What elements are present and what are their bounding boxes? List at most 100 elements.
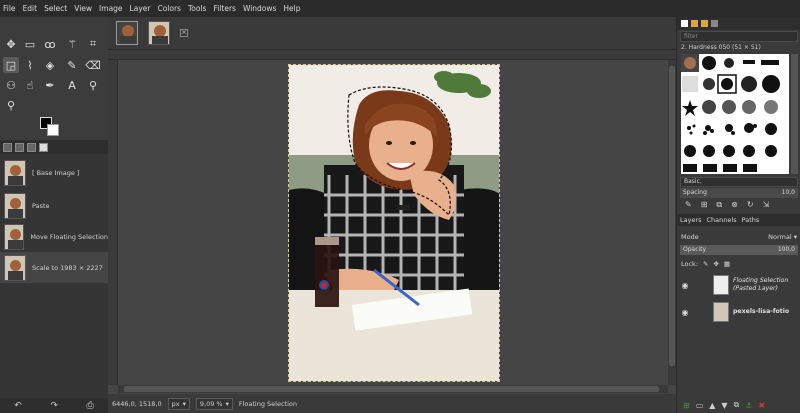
photo-content xyxy=(289,65,499,381)
text-tool-icon[interactable]: A xyxy=(64,77,80,93)
clear-history-icon[interactable]: ⎙ xyxy=(87,401,94,411)
toolbox: ✥ ▭ ꝏ ⚚ ⌗ ◲ ⌇ ◈ ✎ ⌫ ⚇ ☝ ✒ A ⚲ ⚲ xyxy=(0,17,108,140)
menu-image[interactable]: Image xyxy=(99,4,123,13)
close-tab-icon[interactable]: × xyxy=(180,29,188,37)
redo-icon[interactable]: ↷ xyxy=(50,401,58,411)
document-history-tab-icon[interactable] xyxy=(711,20,718,27)
layer-row[interactable]: ◉ Floating Selection (Pasted Layer) xyxy=(677,272,800,298)
undo-history-item[interactable]: [ Base Image ] xyxy=(0,157,108,188)
fonts-tab-icon[interactable] xyxy=(701,20,708,27)
tab-channels[interactable]: Channels xyxy=(707,216,737,224)
color-picker-tool-icon[interactable]: ⚲ xyxy=(85,77,101,93)
anchor-layer-icon[interactable]: ⚓ xyxy=(745,401,752,410)
duplicate-brush-icon[interactable]: ⧉ xyxy=(716,200,722,212)
chevron-down-icon: ▾ xyxy=(793,232,797,241)
tool-options-tab-icon[interactable] xyxy=(3,142,12,152)
visibility-eye-icon[interactable]: ◉ xyxy=(677,281,693,290)
brush-tag-filter[interactable]: Basic, xyxy=(680,177,798,187)
tab-paths[interactable]: Paths xyxy=(742,216,760,224)
layer-mode-select[interactable]: Normal ▾ xyxy=(768,233,797,241)
background-color-swatch[interactable] xyxy=(47,124,59,136)
history-thumbnail xyxy=(4,192,26,219)
layer-thumbnail xyxy=(713,302,729,322)
undo-history-tab-icon[interactable] xyxy=(27,142,36,152)
menu-colors[interactable]: Colors xyxy=(157,4,181,13)
delete-layer-icon[interactable]: ✖ xyxy=(758,401,765,410)
fuzzy-select-tool-icon[interactable]: ⚚ xyxy=(64,36,80,52)
menu-windows[interactable]: Windows xyxy=(243,4,276,13)
patterns-tab-icon[interactable] xyxy=(691,20,698,27)
horizontal-scrollbar[interactable] xyxy=(118,385,668,393)
canvas-area[interactable] xyxy=(118,60,668,385)
open-brush-icon[interactable]: ⇲ xyxy=(763,200,770,212)
new-brush-icon[interactable]: ⊞ xyxy=(701,200,708,212)
brush-filter-input[interactable]: filter xyxy=(680,31,798,42)
lower-layer-icon[interactable]: ▼ xyxy=(721,401,727,410)
menu-bar: File Edit Select View Image Layer Colors Tools F… xyxy=(0,0,800,17)
bucket-fill-tool-icon[interactable]: ◈ xyxy=(42,57,58,73)
undo-history-item-selected[interactable]: Scale to 1983 × 2227 xyxy=(0,252,108,283)
paintbrush-tool-icon[interactable]: ✎ xyxy=(64,57,80,73)
brush-actions: ✎ ⊞ ⧉ ⊗ ↻ ⇲ xyxy=(677,200,800,212)
duplicate-layer-icon[interactable]: ⧉ xyxy=(734,400,740,410)
images-tab-icon[interactable] xyxy=(39,142,48,152)
lock-position-icon[interactable]: ✥ xyxy=(713,260,718,268)
eraser-tool-icon[interactable]: ⌫ xyxy=(85,57,101,73)
new-layer-icon[interactable]: ⊞ xyxy=(683,401,690,410)
rect-select-tool-icon[interactable]: ▭ xyxy=(22,36,38,52)
image-canvas[interactable] xyxy=(288,64,500,382)
new-group-icon[interactable]: ▭ xyxy=(696,401,704,410)
crop-tool-icon[interactable]: ⌗ xyxy=(85,36,101,52)
path-tool-icon[interactable]: ✒ xyxy=(42,77,58,93)
delete-brush-icon[interactable]: ⊗ xyxy=(731,200,738,212)
undo-icon[interactable]: ↶ xyxy=(14,401,22,411)
history-label: Move Floating Selection xyxy=(30,232,108,241)
clone-tool-icon[interactable]: ⚇ xyxy=(3,77,19,93)
menu-help[interactable]: Help xyxy=(283,4,300,13)
menu-layer[interactable]: Layer xyxy=(130,4,151,13)
menu-file[interactable]: File xyxy=(3,4,16,13)
lock-pixels-icon[interactable]: ✎ xyxy=(703,260,708,268)
visibility-eye-icon[interactable]: ◉ xyxy=(677,308,693,317)
menu-edit[interactable]: Edit xyxy=(23,4,38,13)
vertical-scrollbar[interactable] xyxy=(668,60,676,385)
brush-grid[interactable] xyxy=(681,54,789,174)
brush-spacing-slider[interactable]: Spacing 10,0 xyxy=(680,188,798,198)
history-label: Paste xyxy=(32,201,50,210)
move-tool-icon[interactable]: ✥ xyxy=(3,36,19,52)
status-message: Floating Selection xyxy=(238,399,297,408)
selected-brush-name: 2. Hardness 050 (51 × 51) xyxy=(681,44,761,51)
smudge-tool-icon[interactable]: ☝ xyxy=(22,77,38,93)
menu-view[interactable]: View xyxy=(74,4,92,13)
history-thumbnail xyxy=(4,223,25,250)
warp-tool-icon[interactable]: ⌇ xyxy=(22,57,38,73)
unit-select[interactable]: px ▾ xyxy=(167,397,190,410)
tab-layers[interactable]: Layers xyxy=(680,216,702,224)
history-thumbnail xyxy=(4,254,26,281)
chevron-down-icon: ▾ xyxy=(225,399,229,408)
edit-brush-icon[interactable]: ✎ xyxy=(685,200,692,212)
menu-select[interactable]: Select xyxy=(44,4,67,13)
history-label: [ Base Image ] xyxy=(32,168,80,177)
lock-alpha-icon[interactable]: ▦ xyxy=(724,260,730,268)
raise-layer-icon[interactable]: ▲ xyxy=(709,401,715,410)
menu-tools[interactable]: Tools xyxy=(188,4,206,13)
brush-dock-tabs xyxy=(677,17,800,30)
lasso-tool-icon[interactable]: ꝏ xyxy=(42,36,58,52)
image-tab-thumbnail[interactable] xyxy=(148,21,170,45)
layer-row[interactable]: ◉ pexels-lisa-fotio xyxy=(677,299,800,325)
zoom-select[interactable]: 9,09 % ▾ xyxy=(195,397,233,410)
brushes-tab-icon[interactable] xyxy=(681,20,688,27)
image-tab-thumbnail[interactable] xyxy=(116,21,138,45)
undo-history-item[interactable]: Move Floating Selection xyxy=(0,221,108,252)
scale-tool-icon[interactable]: ◲ xyxy=(3,57,19,73)
layer-subname: (Pasted Layer) xyxy=(733,285,778,292)
layer-thumbnail xyxy=(713,275,729,295)
menu-filters[interactable]: Filters xyxy=(213,4,235,13)
undo-history-item[interactable]: Paste xyxy=(0,190,108,221)
device-status-tab-icon[interactable] xyxy=(15,142,24,152)
zoom-tool-icon[interactable]: ⚲ xyxy=(3,97,19,113)
brush-grid-scrollbar[interactable] xyxy=(791,54,798,174)
layer-opacity-slider[interactable]: Opacity 100,0 xyxy=(680,245,798,255)
refresh-brushes-icon[interactable]: ↻ xyxy=(747,200,754,212)
